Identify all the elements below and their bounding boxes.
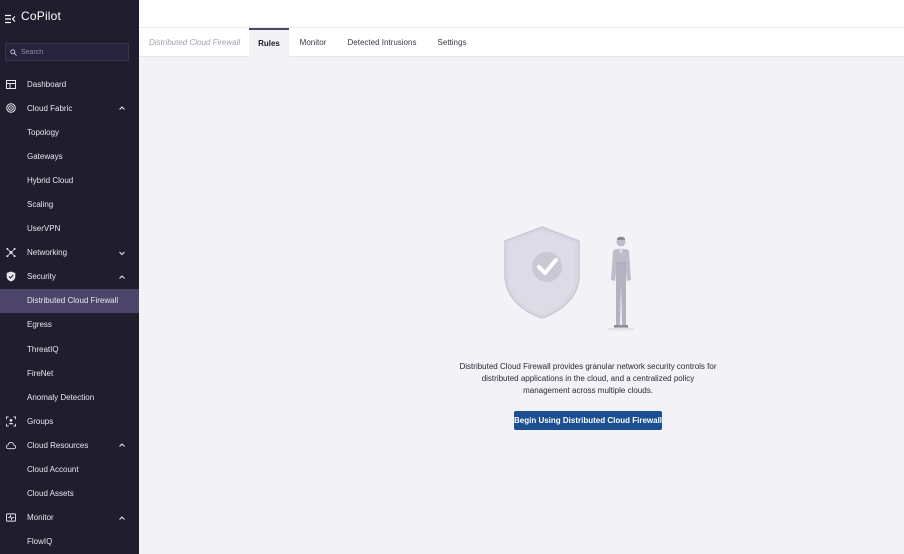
sidebar-item-label: Networking	[27, 248, 68, 258]
search-icon	[10, 48, 17, 56]
sidebar-item-distributed-cloud-firewall[interactable]: Distributed Cloud Firewall	[0, 288, 139, 313]
monitor-icon	[6, 513, 16, 523]
tab-label: Detected Intrusions	[347, 38, 417, 47]
sidebar-item-cloud-resources[interactable]: Cloud Resources	[0, 433, 139, 457]
sidebar-item-label: Cloud Resources	[27, 440, 89, 450]
tab-label: Rules	[258, 39, 280, 48]
person-illustration	[611, 236, 631, 328]
sidebar-item-label: Gateways	[27, 151, 63, 161]
sidebar-item-label: Groups	[27, 416, 54, 426]
app-title: CoPilot	[21, 9, 62, 23]
sidebar-item-topology[interactable]: Topology	[0, 120, 139, 144]
chevron-up-icon[interactable]	[118, 441, 126, 449]
sidebar-item-label: FlowIQ	[27, 537, 53, 547]
groups-icon	[6, 416, 16, 427]
sidebar-item-label: Dashboard	[27, 79, 67, 89]
sidebar-item-egress[interactable]: Egress	[0, 313, 139, 337]
tab-monitor[interactable]: Monitor	[292, 28, 334, 57]
dashboard-icon	[6, 79, 16, 89]
sidebar-item-label: FireNet	[27, 368, 54, 378]
sidebar-item-cloud-fabric[interactable]: Cloud Fabric	[0, 96, 139, 120]
chevron-up-icon[interactable]	[118, 273, 126, 281]
sidebar-item-dashboard[interactable]: Dashboard	[0, 72, 139, 96]
cloud-icon	[6, 440, 16, 450]
sidebar-item-label: UserVPN	[27, 224, 61, 234]
sidebar-item-cloud-assets[interactable]: Cloud Assets	[0, 482, 139, 506]
chevron-up-icon[interactable]	[118, 514, 126, 522]
chevron-down-icon[interactable]	[118, 249, 126, 257]
sidebar-item-label: Cloud Account	[27, 465, 79, 475]
top-header	[139, 0, 904, 28]
sidebar-item-label: Security	[27, 272, 56, 282]
shield-icon	[6, 271, 16, 282]
sidebar-item-label: Hybrid Cloud	[27, 175, 74, 185]
sidebar-item-label: Egress	[27, 320, 52, 330]
sidebar-item-firenet[interactable]: FireNet	[0, 361, 139, 385]
search-input[interactable]	[21, 48, 121, 56]
feature-description: Distributed Cloud Firewall provides gran…	[459, 362, 717, 395]
sidebar-item-cloud-account[interactable]: Cloud Account	[0, 458, 139, 482]
breadcrumb: Distributed Cloud Firewall	[149, 38, 241, 47]
begin-using-dcf-button[interactable]: Begin Using Distributed Cloud Firewall	[514, 411, 662, 430]
brand: CoPilot	[5, 9, 62, 24]
sidebar-item-networking[interactable]: Networking	[0, 241, 139, 265]
sidebar-item-label: Cloud Assets	[27, 489, 74, 499]
collapse-menu-icon[interactable]	[5, 11, 16, 24]
tab-rules[interactable]: Rules	[249, 28, 289, 57]
sidebar-item-gateways[interactable]: Gateways	[0, 144, 139, 168]
sidebar-nav: Dashboard Cloud Fabric Topology Gateways…	[0, 72, 139, 554]
sidebar-item-hybrid-cloud[interactable]: Hybrid Cloud	[0, 168, 139, 192]
tab-label: Monitor	[299, 38, 327, 47]
tab-settings[interactable]: Settings	[432, 28, 472, 57]
tab-label: Settings	[437, 38, 467, 47]
sidebar: CoPilot Dashboard Cloud Fabric Topology …	[0, 0, 139, 554]
tab-detected-intrusions[interactable]: Detected Intrusions	[342, 28, 422, 57]
sidebar-item-label: ThreatIQ	[27, 344, 59, 354]
sidebar-item-anomaly-detection[interactable]: Anomaly Detection	[0, 385, 139, 409]
chevron-up-icon[interactable]	[118, 104, 126, 112]
sidebar-item-monitor[interactable]: Monitor	[0, 506, 139, 530]
sidebar-item-uservpn[interactable]: UserVPN	[0, 217, 139, 241]
sidebar-item-security[interactable]: Security	[0, 265, 139, 289]
sidebar-item-flowiq[interactable]: FlowIQ	[0, 530, 139, 554]
tab-bar: Distributed Cloud Firewall Rules Monitor…	[139, 28, 904, 57]
sidebar-item-label: Scaling	[27, 200, 54, 210]
sidebar-item-label: Anomaly Detection	[27, 392, 95, 402]
main-content: Distributed Cloud Firewall provides gran…	[139, 57, 904, 554]
sidebar-item-label: Cloud Fabric	[27, 103, 73, 113]
search-box[interactable]	[5, 43, 129, 61]
target-icon	[6, 103, 16, 113]
sidebar-item-scaling[interactable]: Scaling	[0, 192, 139, 216]
sidebar-item-threatiq[interactable]: ThreatIQ	[0, 337, 139, 361]
sidebar-item-label: Distributed Cloud Firewall	[27, 296, 119, 306]
sidebar-item-groups[interactable]: Groups	[0, 409, 139, 433]
security-illustration	[504, 226, 635, 331]
sidebar-item-label: Monitor	[27, 513, 54, 523]
sidebar-item-label: Topology	[27, 127, 60, 137]
network-icon	[6, 248, 16, 258]
